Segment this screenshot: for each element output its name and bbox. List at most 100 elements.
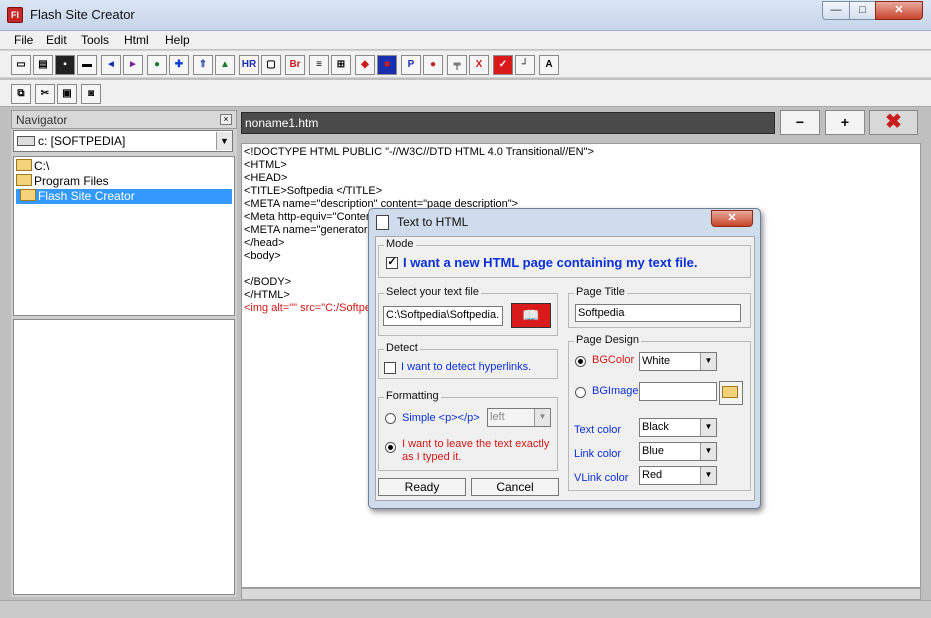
check-icon[interactable]: ✓: [493, 55, 513, 75]
code-line: <body>: [244, 250, 281, 262]
file-list[interactable]: [13, 319, 235, 595]
code-line: <TITLE>Softpedia </TITLE>: [244, 185, 383, 197]
chevron-down-icon: ▼: [700, 443, 716, 460]
app-icon: Fl: [7, 7, 23, 23]
navigator-close-icon[interactable]: ×: [220, 114, 232, 125]
minimize-button[interactable]: —: [822, 1, 850, 20]
page-title-group: Page Title Softpedia: [568, 286, 751, 328]
menu-help[interactable]: Help: [165, 33, 190, 47]
folder-tree[interactable]: C:\ Program Files Flash Site Creator: [13, 156, 235, 316]
menu-tools[interactable]: Tools: [81, 33, 109, 47]
table-icon[interactable]: ⊞: [331, 55, 351, 75]
paste-icon[interactable]: ▣: [57, 84, 77, 104]
formatting-label: Formatting: [384, 390, 441, 402]
arrows-up-icon[interactable]: ⇑: [193, 55, 213, 75]
stairs-icon[interactable]: ┘: [515, 55, 535, 75]
open-icon[interactable]: ▤: [33, 55, 53, 75]
bgimage-input[interactable]: [639, 382, 717, 401]
font-icon[interactable]: A: [539, 55, 559, 75]
folder-label: Program Files: [34, 174, 109, 188]
bgimage-label: BGImage: [592, 385, 639, 397]
mode-checkbox[interactable]: ✓: [386, 257, 398, 269]
open-folder-icon[interactable]: [719, 381, 743, 405]
cancel-button[interactable]: Cancel: [471, 478, 559, 496]
close-window-button[interactable]: ✕: [875, 1, 923, 20]
save-icon[interactable]: ▪: [55, 55, 75, 75]
chevron-down-icon[interactable]: ▼: [216, 132, 232, 150]
copy-icon[interactable]: ⧉: [11, 84, 31, 104]
document-tab[interactable]: noname1.htm: [241, 112, 775, 134]
code-line: </BODY>: [244, 276, 292, 288]
code-line: <META name="generator: [244, 224, 368, 236]
text-to-html-dialog: Text to HTML ✕ Mode ✓ I want a new HTML …: [368, 208, 761, 509]
dialog-close-button[interactable]: ✕: [711, 210, 753, 227]
vlink-color-label: VLink color: [574, 472, 629, 484]
code-line: </head>: [244, 237, 285, 249]
vlink-color-select[interactable]: Red ▼: [639, 466, 717, 485]
ready-button[interactable]: Ready: [378, 478, 466, 496]
paragraph-icon[interactable]: P: [401, 55, 421, 75]
folder-program-files[interactable]: Program Files: [16, 174, 109, 189]
close-document-button[interactable]: ✖: [869, 110, 918, 135]
file-path-input[interactable]: C:\Softpedia\Softpedia.: [383, 306, 503, 326]
text-color-select[interactable]: Black ▼: [639, 418, 717, 437]
detect-group: Detect I want to detect hyperlinks.: [378, 342, 558, 379]
window-title: Flash Site Creator: [30, 7, 135, 22]
folder-icon: [16, 174, 32, 186]
folder-root[interactable]: C:\: [16, 159, 49, 174]
save-as-icon[interactable]: ▬: [77, 55, 97, 75]
code-line: <HEAD>: [244, 172, 288, 184]
chevron-down-icon: ▼: [700, 353, 716, 370]
mode-label: Mode: [384, 238, 416, 250]
navigator-header: Navigator ×: [11, 110, 237, 129]
status-bar: [0, 600, 931, 618]
drive-label: c: [SOFTPEDIA]: [38, 134, 126, 148]
page-design-label: Page Design: [574, 334, 641, 346]
zoom-in-button[interactable]: +: [825, 110, 865, 135]
link-color-select[interactable]: Blue ▼: [639, 442, 717, 461]
forward-arrow-icon[interactable]: ►: [123, 55, 143, 75]
navigator-title: Navigator: [16, 113, 68, 127]
drive-select[interactable]: c: [SOFTPEDIA] ▼: [13, 130, 233, 152]
navigator-panel: Navigator × c: [SOFTPEDIA] ▼ C:\ Program…: [11, 110, 237, 597]
image-icon[interactable]: ▲: [215, 55, 235, 75]
delete-icon[interactable]: X: [469, 55, 489, 75]
bgimage-radio[interactable]: [575, 387, 586, 398]
bgcolor-radio[interactable]: [575, 356, 586, 367]
simple-p-radio[interactable]: [385, 413, 396, 424]
globe-icon[interactable]: ●: [147, 55, 167, 75]
frame-icon[interactable]: ▢: [261, 55, 281, 75]
back-arrow-icon[interactable]: ◄: [101, 55, 121, 75]
document-icon: [376, 215, 389, 230]
hr-icon[interactable]: HR: [239, 55, 259, 75]
form-icon[interactable]: ≡: [309, 55, 329, 75]
zoom-out-button[interactable]: −: [780, 110, 820, 135]
layout-icon[interactable]: ╤: [447, 55, 467, 75]
maximize-button[interactable]: □: [849, 1, 876, 20]
chevron-down-icon: ▼: [534, 409, 550, 426]
bgcolor-select[interactable]: White ▼: [639, 352, 717, 371]
document-filename: noname1.htm: [245, 116, 319, 130]
browse-book-icon[interactable]: 📖: [511, 303, 551, 328]
br-icon[interactable]: Br: [285, 55, 305, 75]
horizontal-scrollbar[interactable]: [241, 588, 921, 600]
alignment-select[interactable]: left ▼: [487, 408, 551, 427]
folder-flash-site-creator[interactable]: Flash Site Creator: [16, 189, 232, 204]
color-block-icon[interactable]: ■: [377, 55, 397, 75]
paint-icon[interactable]: ◆: [355, 55, 375, 75]
page-title-input[interactable]: Softpedia: [575, 304, 741, 322]
cut-icon[interactable]: ✂: [35, 84, 55, 104]
menu-file[interactable]: File: [14, 33, 33, 47]
add-circle-icon[interactable]: ✚: [169, 55, 189, 75]
bgcolor-value: White: [642, 355, 671, 367]
menu-html[interactable]: Html: [124, 33, 149, 47]
new-page-icon[interactable]: ▭: [11, 55, 31, 75]
detect-hyperlinks-checkbox[interactable]: [384, 362, 396, 374]
page-design-group: Page Design BGColor White ▼ BGImage Text…: [568, 334, 751, 491]
menu-bar: File Edit Tools Html Help: [0, 31, 931, 49]
marquee-icon[interactable]: ●: [423, 55, 443, 75]
menu-edit[interactable]: Edit: [46, 33, 67, 47]
select-file-label: Select your text file: [384, 286, 481, 298]
leave-text-radio[interactable]: [385, 442, 396, 453]
preview-icon[interactable]: ◙: [81, 84, 101, 104]
